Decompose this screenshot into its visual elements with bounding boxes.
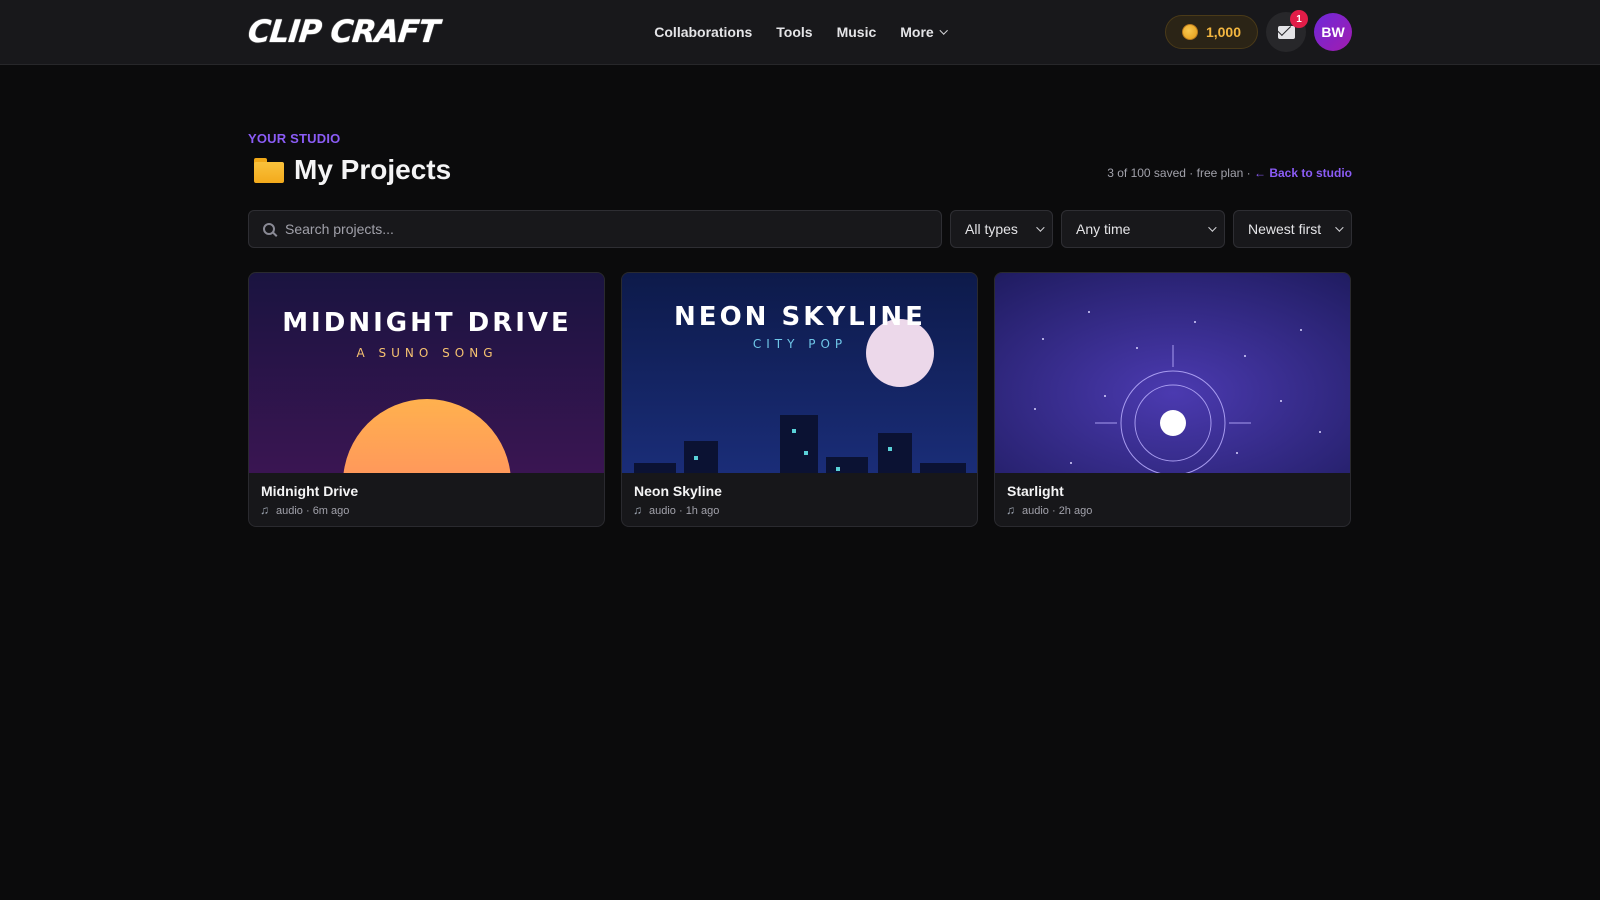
coin-balance-button[interactable]: 1,000 [1164, 15, 1258, 49]
project-card-starlight[interactable]: Starlight audio · 2h ago [994, 272, 1351, 527]
project-title: Neon Skyline [634, 483, 722, 499]
search-icon [263, 223, 275, 235]
project-card-midnight-drive[interactable]: MIDNIGHT DRIVE A SUNO SONG Midnight Driv… [248, 272, 605, 527]
project-meta: audio · 6m ago [260, 503, 592, 518]
chevron-down-icon [1208, 223, 1217, 232]
back-to-studio-link[interactable]: ← Back to studio [1254, 166, 1352, 180]
filter-bar: All types Any time Newest first [248, 210, 1352, 248]
music-note-icon [633, 503, 644, 517]
project-thumbnail: NEON SKYLINE CITY POP [622, 273, 977, 473]
notification-badge: 1 [1290, 10, 1308, 28]
nav-item-more[interactable]: More [900, 24, 949, 40]
header-tools: 1,000 1 BW [1164, 10, 1352, 52]
project-meta-text: audio · 1h ago [649, 505, 720, 517]
type-filter-value: All types [965, 221, 1018, 237]
neon-skyline-cover-art: NEON SKYLINE CITY POP [622, 273, 977, 473]
music-note-icon [260, 503, 271, 517]
top-navigation: CLIP CRAFT Collaborations Tools Music Mo… [0, 0, 1600, 65]
midnight-drive-cover-art: MIDNIGHT DRIVE A SUNO SONG [249, 273, 604, 473]
clipcraft-logo[interactable]: CLIP CRAFT [246, 14, 440, 50]
quota-text: 3 of 100 saved · free plan · [1107, 166, 1254, 180]
project-grid: MIDNIGHT DRIVE A SUNO SONG Midnight Driv… [248, 272, 1352, 527]
project-meta: audio · 2h ago [1006, 503, 1338, 518]
search-box [248, 210, 942, 248]
folder-icon [254, 158, 284, 183]
project-quota: 3 of 100 saved · free plan · ← Back to s… [1107, 166, 1352, 186]
project-thumbnail: MIDNIGHT DRIVE A SUNO SONG [249, 273, 604, 473]
time-filter-select[interactable]: Any time [1061, 210, 1225, 248]
time-filter-value: Any time [1076, 221, 1131, 237]
type-filter-select[interactable]: All types [950, 210, 1053, 248]
project-title: Starlight [1007, 483, 1064, 499]
inbox-button[interactable]: 1 [1266, 10, 1308, 52]
coin-icon [1181, 24, 1198, 40]
project-meta-text: audio · 6m ago [276, 505, 350, 517]
music-note-icon [1006, 503, 1017, 517]
project-meta-text: audio · 2h ago [1022, 505, 1093, 517]
card-info: Midnight Drive audio · 6m ago [249, 473, 604, 526]
card-info: Neon Skyline audio · 1h ago [622, 473, 977, 526]
nav-more-label: More [900, 24, 934, 40]
user-avatar[interactable]: BW [1314, 13, 1352, 51]
project-meta: audio · 1h ago [633, 503, 965, 518]
title-row: My Projects 3 of 100 saved · free plan ·… [248, 154, 1352, 186]
sort-select[interactable]: Newest first [1233, 210, 1352, 248]
chevron-down-icon [1036, 223, 1045, 232]
chevron-down-icon [939, 26, 949, 35]
section-eyebrow: YOUR STUDIO [248, 131, 341, 146]
project-thumbnail [995, 273, 1350, 473]
card-info: Starlight audio · 2h ago [995, 473, 1350, 526]
main-content: YOUR STUDIO My Projects 3 of 100 saved ·… [248, 65, 1352, 527]
search-input[interactable] [285, 221, 927, 237]
coin-balance: 1,000 [1205, 24, 1241, 40]
cover-subtitle: CITY POP [753, 337, 847, 351]
cover-title: MIDNIGHT DRIVE [282, 308, 572, 338]
cover-title: NEON SKYLINE [674, 302, 926, 332]
nav-item-music[interactable]: Music [837, 24, 877, 40]
chevron-down-icon [1335, 223, 1344, 232]
project-card-neon-skyline[interactable]: NEON SKYLINE CITY POP Neon Skyline audio… [621, 272, 978, 527]
page-title: My Projects [294, 154, 452, 185]
envelope-icon [1277, 25, 1295, 39]
sort-value: Newest first [1248, 221, 1322, 237]
nav-item-tools[interactable]: Tools [776, 24, 812, 40]
main-nav: Collaborations Tools Music More [654, 24, 949, 40]
title-wrap: My Projects [248, 154, 451, 186]
starlight-cover-art [995, 273, 1350, 473]
project-title: Midnight Drive [261, 483, 359, 499]
cover-subtitle: A SUNO SONG [357, 346, 498, 360]
nav-item-collaborations[interactable]: Collaborations [654, 24, 752, 40]
